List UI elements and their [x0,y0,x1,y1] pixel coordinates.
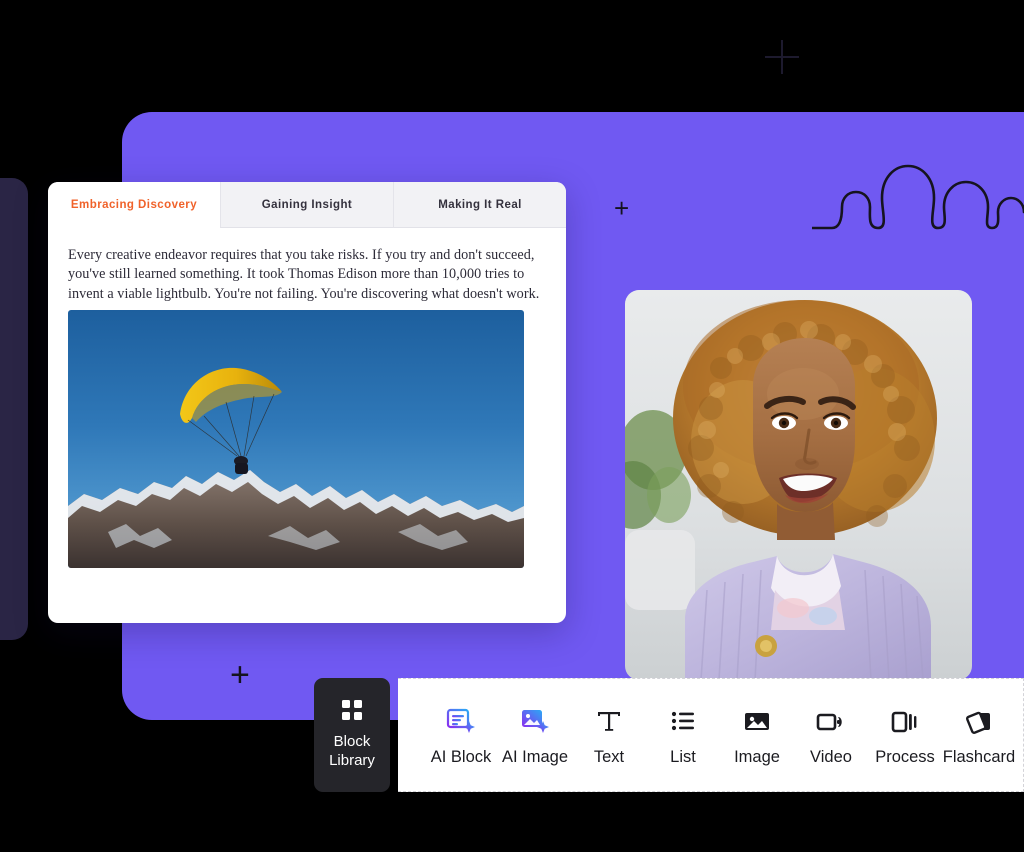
left-side-panel-peek [0,178,28,640]
tab-label: Embracing Discovery [70,198,198,211]
tab-label: Making It Real [438,198,522,211]
tool-text[interactable]: Text [572,703,646,767]
grid-2x2-icon [342,700,362,720]
block-library-label-line1: Block [333,733,371,750]
plus-marker-top[interactable]: + [614,195,629,221]
tool-label: Image [734,748,780,766]
card-body: Every creative endeavor requires that yo… [48,228,566,304]
tool-list[interactable]: List [646,703,720,767]
tool-label: Process [875,748,935,766]
tool-label: AI Image [501,748,569,766]
plus-marker-bottom[interactable]: + [230,658,250,692]
tool-ai-image[interactable]: AI Image [498,703,572,767]
block-library-label-line2: Library [329,752,375,769]
paraglider-image [68,310,524,568]
tool-label: AI Block [430,748,492,766]
person-photo-card [625,290,972,680]
block-toolbar: AI Block AI Image Text List Image Video … [398,678,1024,792]
tab-label: Gaining Insight [261,198,353,211]
tool-flashcard[interactable]: Flashcard [942,703,1016,767]
crosshair-marker [765,40,799,74]
card-tabs: Embracing Discovery Gaining Insight Maki… [48,182,566,228]
block-library-button[interactable]: Block Library [314,678,390,792]
tool-process[interactable]: Process [868,703,942,767]
tool-label: List [670,748,696,766]
tool-label: Video [810,748,852,766]
image-icon [742,703,772,739]
flashcard-icon [963,703,995,739]
process-icon [889,703,921,739]
screenshot-root: + + Embracing Discovery Gaining Insight … [0,0,1024,852]
ai-image-icon [519,703,551,739]
tool-image[interactable]: Image [720,703,794,767]
list-icon [668,703,698,739]
ai-block-icon [445,703,477,739]
tool-video[interactable]: Video [794,703,868,767]
tool-label: Text [593,748,625,766]
text-icon [594,703,624,739]
content-card: Embracing Discovery Gaining Insight Maki… [48,182,566,623]
video-icon [815,703,847,739]
tab-embracing-discovery[interactable]: Embracing Discovery [48,182,220,228]
tool-ai-block[interactable]: AI Block [424,703,498,767]
tab-gaining-insight[interactable]: Gaining Insight [220,182,393,228]
card-paragraph: Every creative endeavor requires that yo… [68,247,540,302]
tab-making-it-real[interactable]: Making It Real [393,182,566,228]
tool-label: Flashcard [942,748,1016,766]
